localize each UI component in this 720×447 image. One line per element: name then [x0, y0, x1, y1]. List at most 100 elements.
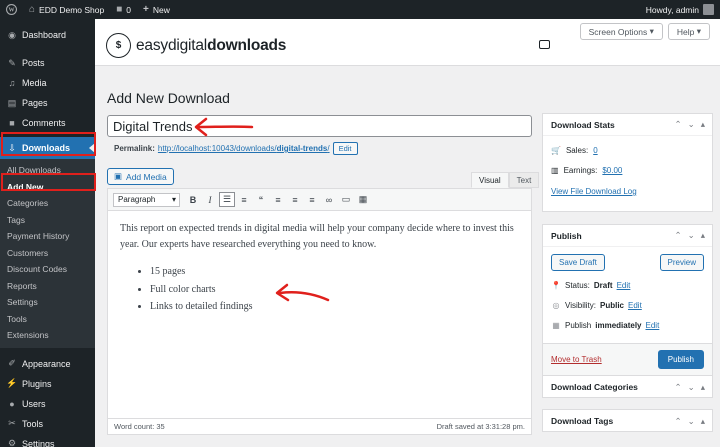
main-content: $ easydigitaldownloads Screen Options ▾ …	[95, 19, 720, 447]
permalink: Permalink: http://localhost:10043/downlo…	[114, 142, 358, 155]
sidebar-item-dashboard[interactable]: ◉ Dashboard	[0, 25, 95, 45]
move-to-trash-link[interactable]: Move to Trash	[551, 355, 602, 364]
expand-icon[interactable]: ▴	[701, 416, 705, 427]
align-center-icon[interactable]: ≡	[287, 192, 303, 207]
edit-status-link[interactable]: Edit	[617, 281, 631, 290]
sidebar-item-settings[interactable]: ⚙ Settings	[0, 434, 95, 447]
comment-bubble-icon: ■	[116, 4, 123, 15]
edd-logo: $ easydigitaldownloads	[106, 33, 286, 58]
list-item: 15 pages	[150, 263, 519, 281]
publish-box: Publish ⌃ ⌄ ▴ Save Draft Preview 📍 Status: D…	[542, 224, 713, 381]
edit-visibility-link[interactable]: Edit	[628, 301, 642, 310]
preview-button[interactable]: Preview	[659, 254, 704, 271]
download-categories-box: Download Categories ⌃ ⌄ ▴	[542, 375, 713, 398]
inbox-icon[interactable]	[539, 40, 550, 49]
comments-link[interactable]: ■ 0	[110, 0, 137, 19]
move-down-icon[interactable]: ⌄	[688, 416, 695, 427]
move-up-icon[interactable]: ⌃	[674, 230, 681, 241]
editor-status-bar: Word count: 35 Draft saved at 3:31:28 pm…	[108, 418, 531, 434]
help-button[interactable]: Help ▾	[667, 23, 710, 40]
sidebar-item-pages[interactable]: ▤ Pages	[0, 93, 95, 113]
home-icon: ⌂	[29, 4, 36, 15]
avatar	[703, 4, 714, 15]
move-down-icon[interactable]: ⌄	[688, 382, 695, 393]
sidebar-item-tools[interactable]: ✂ Tools	[0, 414, 95, 434]
account-menu[interactable]: Howdy, admin	[646, 4, 720, 15]
screen-options-button[interactable]: Screen Options ▾	[579, 23, 663, 40]
wordpress-logo-icon[interactable]: W	[0, 0, 23, 19]
list-item: Full color charts	[150, 281, 519, 299]
sidebar-item-appearance[interactable]: ✐ Appearance	[0, 354, 95, 374]
submenu-extensions[interactable]: Extensions	[0, 327, 95, 344]
admin-bar: W ⌂ EDD Demo Shop ■ 0 + New Howdy, admin	[0, 0, 720, 19]
submenu-tools[interactable]: Tools	[0, 311, 95, 328]
submenu-payment-history[interactable]: Payment History	[0, 228, 95, 245]
dashboard-icon: ◉	[8, 29, 16, 40]
editor-body[interactable]: This report on expected trends in digita…	[108, 211, 531, 326]
align-right-icon[interactable]: ≡	[304, 192, 320, 207]
permalink-link[interactable]: http://localhost:10043/downloads/digital…	[158, 144, 330, 153]
format-select[interactable]: Paragraph ▾	[113, 192, 180, 207]
draft-saved-status: Draft saved at 3:31:28 pm.	[436, 422, 525, 431]
link-icon[interactable]: ∞	[321, 192, 337, 207]
blockquote-icon[interactable]: “	[253, 192, 269, 207]
view-download-log-link[interactable]: View File Download Log	[543, 187, 712, 196]
new-content-link[interactable]: + New	[137, 0, 176, 19]
move-down-icon[interactable]: ⌄	[688, 119, 695, 130]
sidebar-item-plugins[interactable]: ⚡ Plugins	[0, 374, 95, 394]
highlight-box-add-new	[1, 173, 96, 191]
submenu-categories[interactable]: Categories	[0, 195, 95, 212]
sales-link[interactable]: 0	[593, 146, 597, 155]
collapse-icon[interactable]: ▴	[701, 230, 705, 241]
site-name-link[interactable]: ⌂ EDD Demo Shop	[23, 0, 110, 19]
list-item: Links to detailed findings	[150, 298, 519, 316]
download-tags-box: Download Tags ⌃ ⌄ ▴	[542, 409, 713, 432]
add-media-button[interactable]: ▣ Add Media	[107, 168, 174, 185]
plus-icon: +	[143, 4, 149, 15]
editor-paragraph: This report on expected trends in digita…	[120, 223, 514, 250]
earnings-link[interactable]: $0.00	[602, 166, 622, 175]
collapse-icon[interactable]: ▴	[701, 119, 705, 130]
submenu-discount-codes[interactable]: Discount Codes	[0, 261, 95, 278]
move-up-icon[interactable]: ⌃	[674, 416, 681, 427]
svg-text:W: W	[8, 8, 14, 14]
media-icon: ♫	[8, 78, 16, 88]
sidebar-item-media[interactable]: ♫ Media	[0, 73, 95, 93]
sidebar-item-comments[interactable]: ■ Comments	[0, 113, 95, 133]
edd-header: $ easydigitaldownloads Screen Options ▾ …	[95, 19, 720, 66]
read-more-icon[interactable]: ▭	[338, 192, 354, 207]
submenu-tags[interactable]: Tags	[0, 212, 95, 229]
submenu-settings[interactable]: Settings	[0, 294, 95, 311]
bullet-list: 15 pages Full color charts Links to deta…	[120, 263, 519, 316]
tab-visual[interactable]: Visual	[471, 172, 509, 188]
move-up-icon[interactable]: ⌃	[674, 382, 681, 393]
settings-icon: ⚙	[7, 438, 17, 447]
box-title: Download Categories	[551, 382, 638, 392]
pin-icon: ✎	[8, 57, 16, 68]
expand-icon[interactable]: ▴	[701, 382, 705, 393]
screen-meta-links: Screen Options ▾ Help ▾	[579, 23, 710, 40]
comment-icon: ■	[9, 118, 15, 128]
sidebar-item-posts[interactable]: ✎ Posts	[0, 53, 95, 73]
bold-icon[interactable]: B	[185, 192, 201, 207]
align-left-icon[interactable]: ≡	[270, 192, 286, 207]
edit-publish-date-link[interactable]: Edit	[646, 321, 660, 330]
numbered-list-icon[interactable]: ≡	[236, 192, 252, 207]
tab-text[interactable]: Text	[508, 172, 540, 188]
italic-icon[interactable]: I	[202, 192, 218, 207]
cart-icon: 🛒	[551, 145, 561, 155]
box-title: Download Stats	[551, 119, 615, 130]
sidebar-item-users[interactable]: ● Users	[0, 394, 95, 414]
edit-permalink-button[interactable]: Edit	[332, 142, 358, 155]
tools-icon: ✂	[8, 418, 16, 428]
post-title-input[interactable]: Digital Trends	[107, 115, 532, 137]
publish-button[interactable]: Publish	[657, 350, 704, 369]
move-down-icon[interactable]: ⌄	[688, 230, 695, 241]
submenu-reports[interactable]: Reports	[0, 278, 95, 295]
bullet-list-icon[interactable]: ☰	[219, 192, 235, 207]
submenu-customers[interactable]: Customers	[0, 245, 95, 262]
move-up-icon[interactable]: ⌃	[674, 119, 681, 130]
save-draft-button[interactable]: Save Draft	[551, 254, 605, 271]
toolbar-toggle-icon[interactable]: ▦	[355, 192, 371, 207]
download-stats-box: Download Stats ⌃ ⌄ ▴ 🛒 Sales: 0 ▥ Earnings: $0…	[542, 113, 713, 212]
